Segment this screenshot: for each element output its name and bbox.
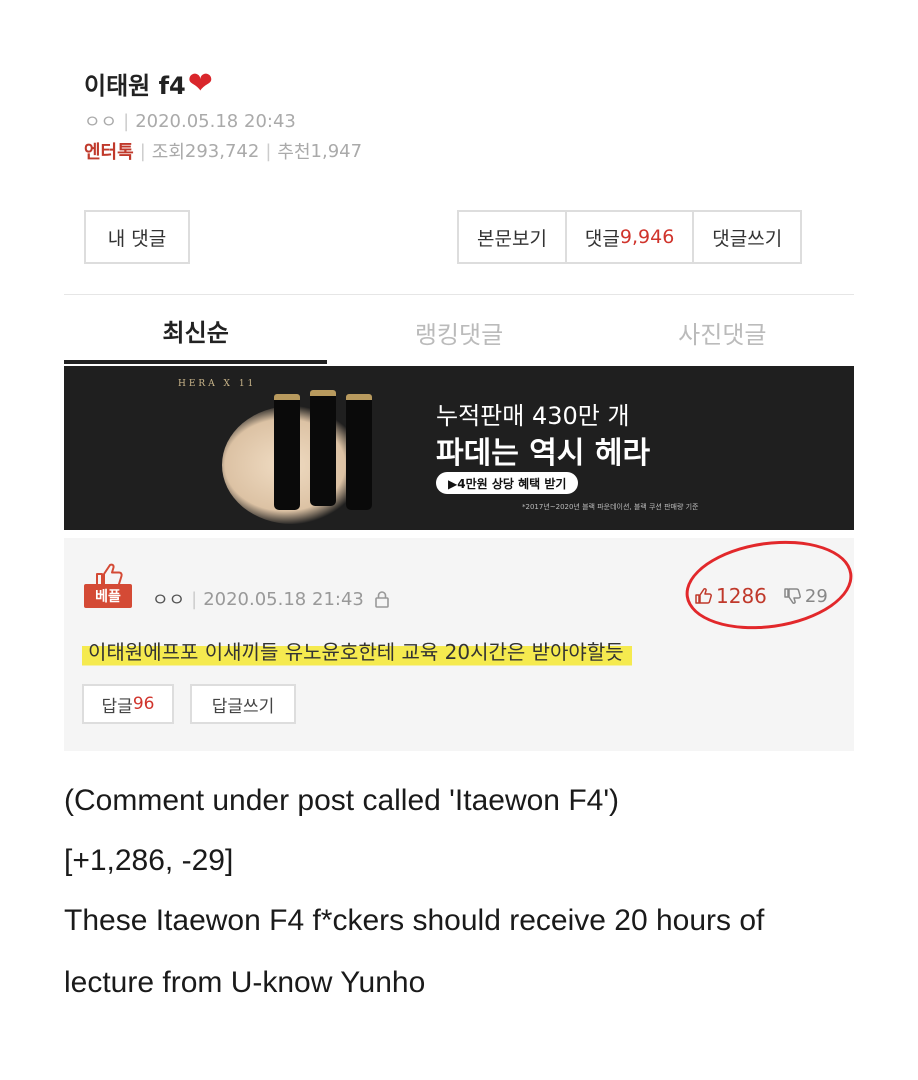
comment-text: 이태원에프포 이새끼들 유노윤호한테 교육 20시간은 받아야할듯 <box>82 634 632 669</box>
views-count: 293,742 <box>184 140 260 162</box>
views-label: 조회 <box>151 142 185 163</box>
comments-button[interactable]: 댓글 9,946 <box>564 212 692 262</box>
ad-subheadline: 파데는 역시 헤라 <box>436 436 651 471</box>
best-badge-label: 베플 <box>84 584 132 608</box>
comment-datetime: 2020.05.18 21:43 <box>203 588 364 610</box>
replies-button[interactable]: 답글 96 <box>82 684 174 724</box>
section-divider <box>64 294 854 295</box>
foundation-tube-image <box>274 394 300 510</box>
lock-icon[interactable] <box>374 590 390 608</box>
highlight-circle <box>679 530 859 640</box>
post-author: ㅇㅇ <box>84 112 118 133</box>
comment-sort-tabs: 최신순 랭킹댓글 사진댓글 <box>64 300 854 364</box>
view-post-button[interactable]: 본문보기 <box>459 212 565 262</box>
divider: | <box>123 110 130 132</box>
comments-count: 9,946 <box>619 226 675 248</box>
best-comment-badge: 베플 <box>84 562 132 608</box>
ad-brand: HERA X 11 <box>178 379 257 389</box>
recommend-label: 추천 <box>277 142 311 163</box>
caption-line: (Comment under post called 'Itaewon F4') <box>64 784 620 817</box>
caption-line: [+1,286, -29] <box>64 844 234 877</box>
ad-fine-print: *2017년~2020년 블랙 파운데이션, 블랙 쿠션 판매량 기준 <box>522 503 699 511</box>
divider: | <box>191 588 198 610</box>
foundation-tube-image <box>346 394 372 510</box>
post-meta-stats: 엔터톡 | 조회 293,742 | 추천 1,947 <box>84 138 362 164</box>
ad-headline: 누적판매 430만 개 <box>436 402 630 430</box>
ad-banner[interactable]: HERA X 11 누적판매 430만 개 파데는 역시 헤라 ▶4만원 상당 … <box>64 366 854 530</box>
heart-icon: ❤ <box>187 65 213 101</box>
post-title: 이태원 f4 ❤ <box>84 66 213 101</box>
write-reply-button[interactable]: 답글쓰기 <box>190 684 296 724</box>
foundation-tube-image <box>310 390 336 506</box>
post-datetime: 2020.05.18 20:43 <box>135 110 296 132</box>
caption-line: These Itaewon F4 f*ckers should receive … <box>64 904 765 937</box>
tab-photo[interactable]: 사진댓글 <box>591 300 854 364</box>
comment-meta: ㅇㅇ | 2020.05.18 21:43 <box>152 586 390 612</box>
post-title-text: 이태원 f4 <box>84 72 186 100</box>
post-category[interactable]: 엔터톡 <box>84 138 134 164</box>
divider: | <box>265 140 272 162</box>
write-comment-button[interactable]: 댓글쓰기 <box>692 212 800 262</box>
replies-count: 96 <box>132 694 155 714</box>
replies-label: 답글 <box>101 696 133 717</box>
tab-latest[interactable]: 최신순 <box>64 300 328 364</box>
post-action-group: 본문보기 댓글 9,946 댓글쓰기 <box>457 210 803 264</box>
tab-ranking[interactable]: 랭킹댓글 <box>327 300 590 364</box>
recommend-count: 1,947 <box>310 140 363 162</box>
comments-label: 댓글 <box>584 227 620 250</box>
comment-author: ㅇㅇ <box>152 590 186 611</box>
divider: | <box>139 140 146 162</box>
my-comment-button[interactable]: 내 댓글 <box>84 210 190 264</box>
ad-cta-button[interactable]: ▶4만원 상당 혜택 받기 <box>436 472 579 494</box>
caption-line: lecture from U-know Yunho <box>64 966 426 999</box>
post-meta-author: ㅇㅇ | 2020.05.18 20:43 <box>84 108 296 134</box>
best-comment: 베플 ㅇㅇ | 2020.05.18 21:43 1286 29 이태원에프포 … <box>64 530 859 751</box>
